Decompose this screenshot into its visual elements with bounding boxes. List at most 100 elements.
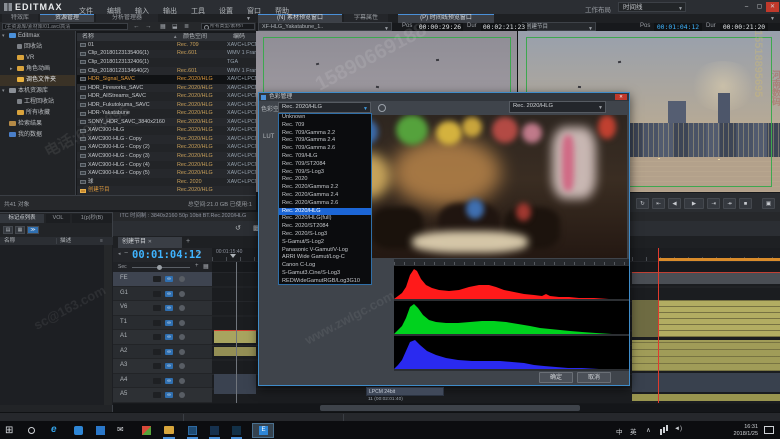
colorspace-option[interactable]: S-Gamut/S-Log2 <box>279 239 371 247</box>
tree-item-favorites[interactable]: 所有收藏 <box>0 108 75 119</box>
colorspace-option[interactable]: Rec. 2020/Gamma 2.6 <box>279 200 371 208</box>
bin-row[interactable]: SONY_HDR_SAVC_3840x2160Rec.2020/HLGXAVC+… <box>77 118 256 127</box>
timeline-timecode[interactable]: 00:01:04:12 <box>132 249 202 261</box>
timecode-increment[interactable]: + <box>197 250 201 257</box>
collapse-icon[interactable]: ◂ <box>118 251 121 257</box>
marker-scrollbar[interactable] <box>104 245 112 405</box>
colorspace-option[interactable]: Rec. 709/HLG <box>279 153 371 161</box>
visibility-icon[interactable] <box>179 291 185 297</box>
sync-lock-icon[interactable]: ∞ <box>165 392 173 398</box>
sequence-tab[interactable]: 创建节目 ✕ <box>118 237 182 248</box>
app-icon[interactable] <box>232 426 241 435</box>
dialog-close-button[interactable]: ✕ <box>615 94 627 100</box>
colorspace-option[interactable]: Rec. 709/S-Log3 <box>279 169 371 177</box>
colorspace-option[interactable]: Rec. 709/Gamma 2.6 <box>279 145 371 153</box>
photos-icon[interactable] <box>96 426 105 435</box>
lock-icon[interactable] <box>153 378 161 384</box>
list-view-icon[interactable]: ≣ <box>184 23 189 31</box>
track-header[interactable]: V6∞ <box>113 301 212 316</box>
stop-button[interactable]: ■ <box>739 198 752 209</box>
timeline-hscroll-thumb[interactable] <box>320 405 580 411</box>
bin-row[interactable]: Clip_20180123135406(1)Rec.601WMV 1 Frame <box>77 50 256 59</box>
start-button[interactable]: ⊞ <box>5 425 13 436</box>
timeline-clip[interactable] <box>632 272 780 284</box>
ime-lang-b[interactable]: 英 <box>630 426 637 436</box>
sync-icon[interactable]: ↺ <box>235 224 241 233</box>
bin-row-sequence[interactable]: 创建节目Rec.2020/HLG <box>77 186 256 195</box>
tree-item-project-recycle[interactable]: 工程回收站 <box>0 97 75 108</box>
timeline-clip[interactable] <box>632 394 780 401</box>
colorspace-option[interactable]: Rec. 2020/HLG(full) <box>279 215 371 223</box>
in-out-range-bar[interactable] <box>658 258 780 261</box>
maximize-button[interactable]: ▢ <box>753 2 766 12</box>
visibility-icon[interactable] <box>179 392 185 398</box>
fast-forward-button[interactable]: ↠ <box>723 198 736 209</box>
tree-item-vr[interactable]: VR <box>0 53 75 64</box>
marker-list-body[interactable] <box>0 245 113 405</box>
bin-row[interactable]: XAVC900-HLG - Copy (2)Rec.2020/HLGXAVC+L… <box>77 144 256 153</box>
notification-center-icon[interactable] <box>764 426 774 434</box>
sync-lock-icon[interactable]: ∞ <box>165 305 173 311</box>
tree-item-recycle[interactable]: 回收站 <box>0 42 75 53</box>
back-icon[interactable]: ← <box>133 23 140 31</box>
preview-pane-menu-icon[interactable]: ▼ <box>770 16 775 22</box>
tree-item-local-library[interactable]: 本机资源库 <box>0 86 75 97</box>
fullscreen-button[interactable]: ▣ <box>762 198 775 209</box>
app-icon[interactable] <box>210 426 219 435</box>
tree-item-animation[interactable]: 角色动画 <box>0 64 75 75</box>
app-icon[interactable] <box>188 426 197 435</box>
sync-lock-icon[interactable]: ∞ <box>165 320 173 326</box>
layout-select[interactable]: 时间线▼ <box>618 2 686 12</box>
bin-row[interactable]: Clip_20180123132406(1)TGA <box>77 58 256 67</box>
colorspace-option[interactable]: REDWideGamutRGB/Log3G10 <box>279 278 371 285</box>
bin-row-selected[interactable]: HDR_Signal_SAVCRec.2020/HLGXAVC+LPCM 2 <box>77 75 256 84</box>
bin-address-input[interactable]: /主资源库/素材库/01.avc/高清 <box>2 23 128 30</box>
tab-vol[interactable]: VOL <box>46 214 70 223</box>
lock-icon[interactable] <box>153 392 161 398</box>
tree-item-root[interactable]: Editmax <box>0 31 75 42</box>
zoom-slider-handle[interactable] <box>157 265 162 270</box>
track-header[interactable]: A3∞ <box>113 359 212 374</box>
marker-col-name[interactable]: 名称 <box>4 237 15 245</box>
bin-row[interactable]: Clip_20180123134640(2)Rec.601WMV 1 Frame <box>77 67 256 76</box>
source-clip-select[interactable]: XF-HLG_Yakatabune_1..▼ <box>258 22 392 31</box>
prev-frame-button[interactable]: ◀ <box>668 198 681 209</box>
track-header[interactable]: T1∞ <box>113 316 212 331</box>
timeline-clip-video[interactable] <box>632 300 780 337</box>
bin-row[interactable]: 01Rec. 709XAVC+LPCM 2 <box>77 41 256 50</box>
tree-item-my-data[interactable]: 我的数据 <box>0 130 75 141</box>
bin-row[interactable]: HDR_AllStreams_SAVCRec.2020/HLGXAVC+LPCM… <box>77 92 256 101</box>
colorspace-option[interactable]: Rec. 709 <box>279 122 371 130</box>
forward-icon[interactable]: → <box>145 23 152 31</box>
cancel-button[interactable]: 取消 <box>577 372 611 383</box>
capture-icon[interactable]: ▦ <box>160 23 166 31</box>
close-button[interactable]: ✕ <box>766 2 779 12</box>
link-icon[interactable] <box>378 104 386 112</box>
colorspace-select[interactable]: Rec. 2020/HLG ▼ <box>278 102 371 113</box>
colorspace-option[interactable]: Rec. 2020/Gamma 2.2 <box>279 184 371 192</box>
colorspace-option[interactable]: Rec. 709/ST2084 <box>279 161 371 169</box>
file-explorer-icon[interactable] <box>164 426 174 434</box>
network-icon[interactable] <box>660 429 662 435</box>
bin-row[interactable]: 球Rec. 2020XAVC+LPCM 2 <box>77 178 256 187</box>
playhead-handle[interactable] <box>230 254 236 258</box>
next-frame-button[interactable]: ⇥ <box>707 198 720 209</box>
visibility-icon[interactable] <box>179 363 185 369</box>
volume-icon[interactable]: ◄) <box>674 426 682 432</box>
track-header[interactable]: A2∞ <box>113 345 212 360</box>
visibility-icon[interactable] <box>179 378 185 384</box>
fit-icon[interactable]: ▦ <box>203 263 209 270</box>
audio-clip-label[interactable]: LPCM 24bit <box>366 387 444 396</box>
search-icon[interactable] <box>28 427 35 434</box>
clock[interactable]: 16:31 2018/1/25 <box>702 424 758 437</box>
audio-clip[interactable] <box>632 373 780 392</box>
loop-button[interactable]: ↻ <box>636 198 649 209</box>
colorspace-option[interactable]: Rec. 2020/ST2084 <box>279 223 371 231</box>
search-input[interactable]: 所有类型/素材/I <box>201 23 255 30</box>
store-icon[interactable] <box>74 426 83 435</box>
ime-lang-a[interactable]: 中 <box>616 426 623 436</box>
goto-start-button[interactable]: ⇤ <box>652 198 665 209</box>
column-codec[interactable]: 编码 <box>233 33 255 41</box>
colorspace-option-selected[interactable]: Rec. 2020/HLG <box>279 208 371 216</box>
lock-icon[interactable] <box>153 305 161 311</box>
